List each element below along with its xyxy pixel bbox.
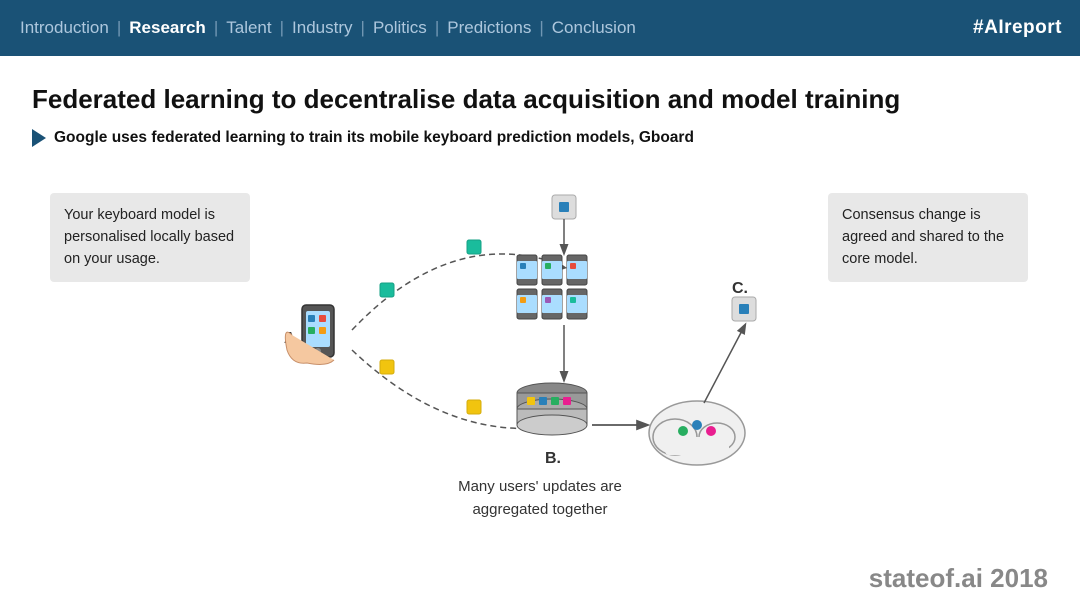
nav-item-talent[interactable]: Talent [224, 18, 273, 38]
nav-sep-6: | [539, 18, 543, 38]
subtitle-arrow-icon [32, 129, 46, 147]
nav-item-research[interactable]: Research [127, 18, 208, 38]
diagram-svg: A. [232, 165, 882, 525]
nav-sep-4: | [361, 18, 365, 38]
subtitle-text: Google uses federated learning to train … [54, 129, 694, 147]
nav-hashtag: #AIreport [973, 17, 1062, 39]
nav-item-politics[interactable]: Politics [371, 18, 429, 38]
nav-sep-1: | [117, 18, 121, 38]
box-left: Your keyboard model is personalised loca… [50, 193, 250, 282]
nav-bar: Introduction | Research | Talent | Indus… [0, 0, 1080, 56]
nav-item-industry[interactable]: Industry [290, 18, 354, 38]
nav-item-predictions[interactable]: Predictions [445, 18, 533, 38]
footer-brand: stateof.ai 2018 [869, 563, 1048, 594]
diagram-area: Your keyboard model is personalised loca… [32, 165, 1048, 545]
nav-item-conclusion[interactable]: Conclusion [550, 18, 638, 38]
nav-item-introduction[interactable]: Introduction [18, 18, 111, 38]
svg-text:C.: C. [732, 280, 748, 297]
nav-sep-5: | [435, 18, 439, 38]
main-content: Federated learning to decentralise data … [0, 56, 1080, 561]
nav-sep-3: | [280, 18, 284, 38]
svg-text:B.: B. [545, 450, 561, 467]
nav-sep-2: | [214, 18, 218, 38]
subtitle-row: Google uses federated learning to train … [32, 129, 1048, 147]
page-title: Federated learning to decentralise data … [32, 84, 1048, 115]
nav-links: Introduction | Research | Talent | Indus… [18, 18, 638, 38]
